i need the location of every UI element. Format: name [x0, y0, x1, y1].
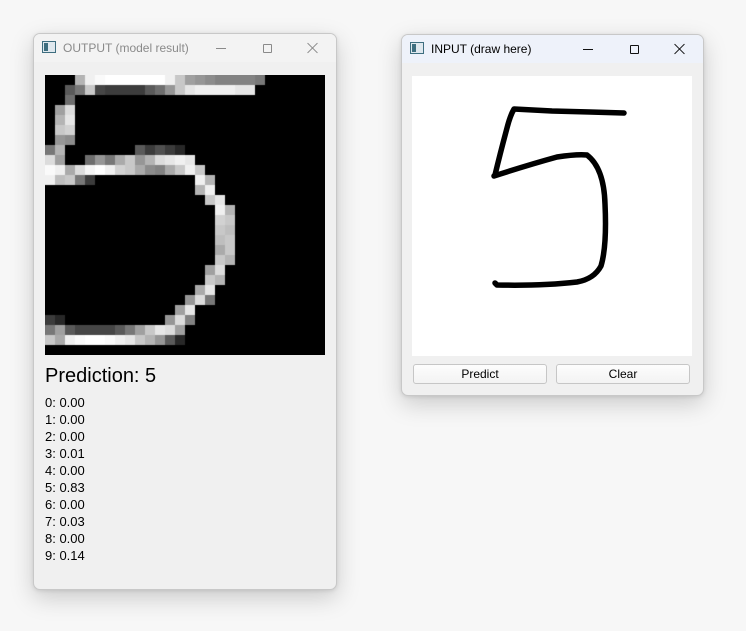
probability-row-2: 2: 0.00	[45, 429, 85, 444]
minimize-icon	[216, 47, 226, 49]
close-icon	[674, 43, 686, 55]
maximize-icon	[262, 43, 272, 53]
input-window-title: INPUT (draw here)	[431, 42, 532, 56]
probability-row-0: 0: 0.00	[45, 395, 85, 410]
probability-list: 0: 0.00 1: 0.00 2: 0.00 3: 0.01 4: 0.00 …	[45, 394, 85, 564]
close-button[interactable]	[290, 34, 336, 62]
close-button[interactable]	[657, 35, 703, 63]
output-window: OUTPUT (model result) Prediction: 5 0: 0…	[33, 33, 337, 590]
model-output-image	[45, 75, 325, 355]
input-window: INPUT (draw here) Predict Clear	[401, 34, 704, 396]
probability-row-3: 3: 0.01	[45, 446, 85, 461]
probability-row-7: 7: 0.03	[45, 514, 85, 529]
output-window-title: OUTPUT (model result)	[63, 41, 189, 55]
probability-row-8: 8: 0.00	[45, 531, 85, 546]
drawn-digit-stroke	[491, 106, 627, 288]
clear-button[interactable]: Clear	[556, 364, 690, 384]
app-window-icon	[42, 41, 56, 53]
app-window-icon	[410, 42, 424, 54]
probability-row-9: 9: 0.14	[45, 548, 85, 563]
close-icon	[307, 42, 319, 54]
probability-row-5: 5: 0.83	[45, 480, 85, 495]
maximize-button[interactable]	[611, 35, 657, 63]
minimize-button[interactable]	[198, 34, 244, 62]
drawing-canvas[interactable]	[412, 76, 692, 356]
probability-row-6: 6: 0.00	[45, 497, 85, 512]
maximize-icon	[629, 44, 639, 54]
minimize-icon	[583, 48, 593, 50]
input-titlebar[interactable]: INPUT (draw here)	[402, 35, 703, 63]
minimize-button[interactable]	[565, 35, 611, 63]
probability-row-1: 1: 0.00	[45, 412, 85, 427]
predict-button[interactable]: Predict	[413, 364, 547, 384]
maximize-button[interactable]	[244, 34, 290, 62]
probability-row-4: 4: 0.00	[45, 463, 85, 478]
desktop: OUTPUT (model result) Prediction: 5 0: 0…	[0, 0, 746, 631]
prediction-label: Prediction: 5	[45, 365, 157, 387]
output-titlebar[interactable]: OUTPUT (model result)	[34, 34, 336, 62]
